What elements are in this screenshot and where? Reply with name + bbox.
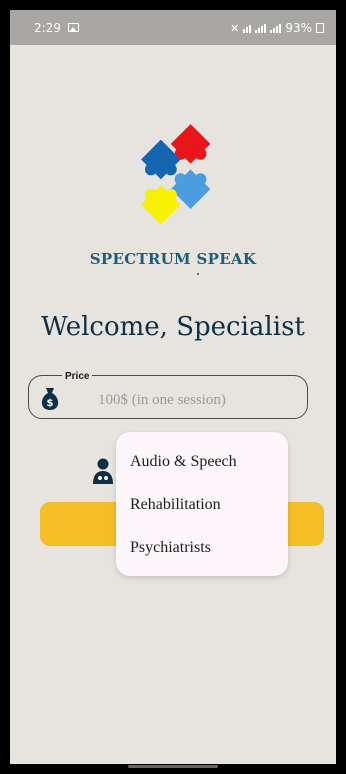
puzzle-logo-icon bbox=[141, 124, 211, 225]
battery-percent: 93% bbox=[285, 21, 312, 35]
home-indicator[interactable] bbox=[128, 765, 218, 768]
status-bar: 2:29 ✕ 93% bbox=[10, 10, 336, 45]
battery-icon bbox=[316, 23, 324, 33]
mute-icon: ✕ bbox=[230, 21, 240, 35]
dropdown-option-psychiatrists[interactable]: Psychiatrists bbox=[130, 539, 211, 557]
price-input[interactable] bbox=[98, 392, 298, 409]
wifi-icon bbox=[243, 23, 252, 33]
gallery-notification-icon bbox=[68, 23, 79, 32]
welcome-title: Welcome, Specialist bbox=[41, 312, 305, 342]
money-bag-icon: $ bbox=[41, 388, 59, 410]
brand-dot bbox=[197, 273, 199, 275]
svg-text:$: $ bbox=[47, 398, 54, 409]
status-time: 2:29 bbox=[34, 21, 61, 35]
price-label: Price bbox=[62, 371, 93, 382]
signal-icon-2 bbox=[270, 23, 282, 33]
app-screen: 2:29 ✕ 93% SPECTRUM SPEAK Welcome, Speci… bbox=[10, 10, 336, 764]
status-right: ✕ 93% bbox=[230, 21, 324, 35]
doctor-icon bbox=[93, 458, 113, 484]
brand-name: SPECTRUM SPEAK bbox=[89, 250, 257, 268]
dropdown-option-audio-speech[interactable]: Audio & Speech bbox=[130, 453, 237, 471]
specialty-dropdown-menu: Audio & Speech Rehabilitation Psychiatri… bbox=[116, 432, 288, 576]
dropdown-option-rehabilitation[interactable]: Rehabilitation bbox=[130, 496, 221, 514]
signal-icon bbox=[255, 23, 267, 33]
